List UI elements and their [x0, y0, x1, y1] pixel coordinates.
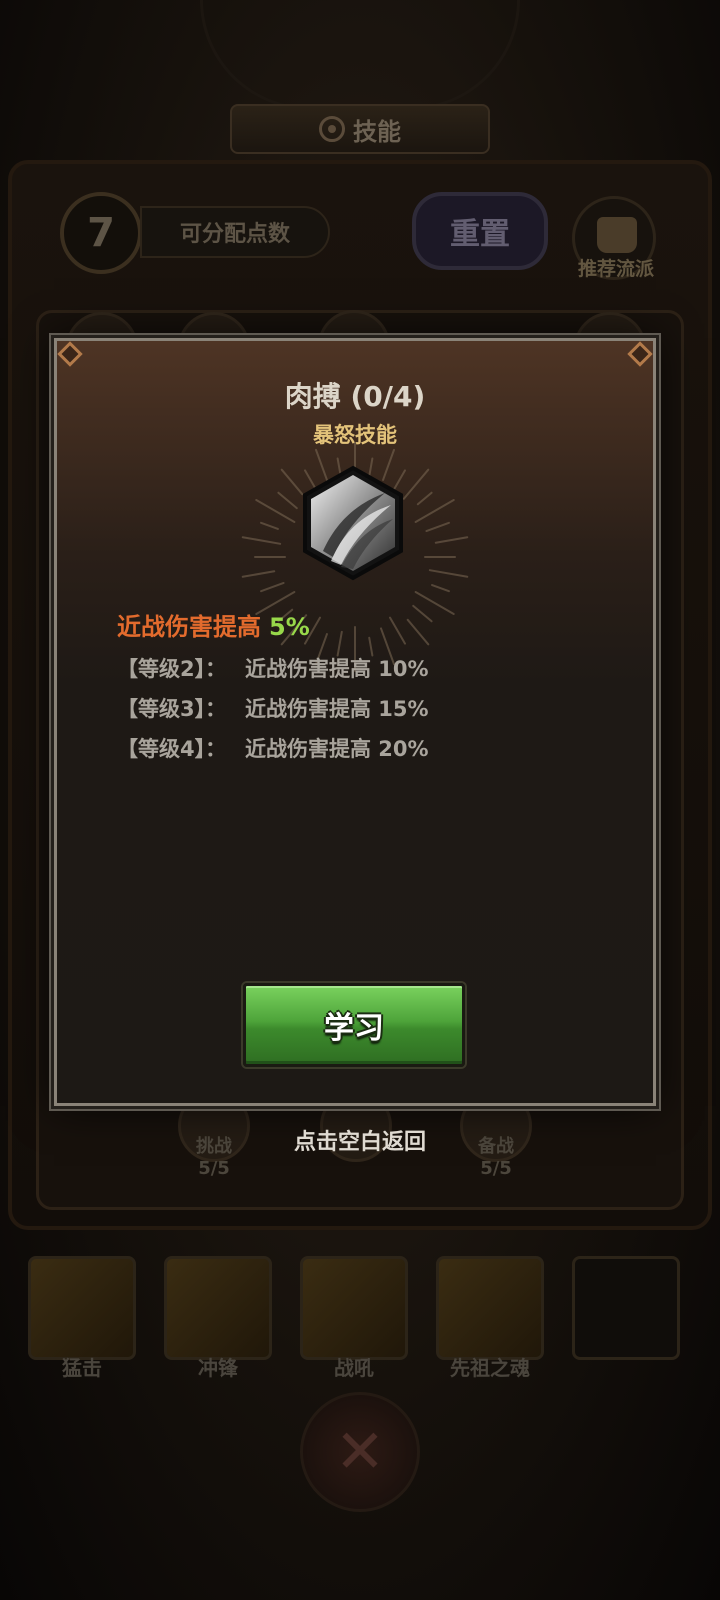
- skill-slot-ancestor[interactable]: [436, 1256, 544, 1360]
- crossed-swords-emblem[interactable]: [300, 1392, 420, 1512]
- level-effect: 近战伤害提高 10%: [245, 657, 429, 681]
- tap-blank-to-return-hint: 点击空白返回: [293, 1130, 426, 1155]
- current-effect-text: 近战伤害提高: [117, 613, 261, 641]
- ray-line: [389, 616, 406, 645]
- ray-line: [255, 499, 296, 523]
- ray-line: [406, 618, 430, 646]
- level-label: 【等级3】：: [117, 697, 227, 721]
- ray-line: [402, 468, 430, 500]
- ray-line: [260, 581, 285, 593]
- ray-line: [434, 536, 469, 544]
- node-count: 5/5: [198, 1158, 230, 1179]
- reset-button[interactable]: 重置: [412, 192, 548, 270]
- ray-line: [428, 569, 469, 578]
- claw-slash-icon: [303, 465, 403, 581]
- level-effect: 近战伤害提高 15%: [245, 697, 429, 721]
- skill-slot-charge[interactable]: [164, 1256, 272, 1360]
- ray-line: [280, 468, 304, 496]
- skill-name: 猛击: [62, 1356, 102, 1380]
- level-label: 【等级2】：: [117, 657, 227, 681]
- ray-line: [336, 630, 343, 657]
- level-label: 【等级4】：: [117, 737, 227, 761]
- film-reel-icon: [319, 116, 345, 142]
- learn-button[interactable]: 学习: [243, 983, 465, 1067]
- available-points-label: 可分配点数: [140, 206, 330, 258]
- skill-name: 先祖之魂: [450, 1356, 530, 1380]
- skill-name: 战吼: [334, 1356, 374, 1380]
- ray-line: [414, 499, 455, 523]
- ray-line: [425, 521, 450, 533]
- level-row: 【等级2】： 近战伤害提高 10%: [117, 653, 429, 693]
- level-effect: 近战伤害提高 20%: [245, 737, 429, 761]
- current-effect: 近战伤害提高 5%: [117, 607, 310, 642]
- ray-line: [241, 570, 276, 578]
- corner-ornament: [57, 341, 83, 367]
- ray-line: [414, 591, 455, 615]
- recommend-build-label: 推荐流派: [577, 258, 654, 280]
- ray-line: [416, 491, 433, 506]
- ray-line: [260, 521, 279, 530]
- skill-slot-slash[interactable]: [28, 1256, 136, 1360]
- thumbs-up-icon: [597, 217, 637, 253]
- skill-name: 冲锋: [198, 1356, 238, 1380]
- available-points: 7: [60, 192, 142, 274]
- header-title-bar: 技能: [230, 104, 490, 154]
- node-count: 5/5: [480, 1158, 512, 1179]
- skill-slot-empty[interactable]: [572, 1256, 680, 1360]
- level-row: 【等级4】： 近战伤害提高 20%: [117, 733, 429, 773]
- level-row: 【等级3】： 近战伤害提高 15%: [117, 693, 429, 733]
- page-title: 技能: [353, 117, 401, 146]
- skill-bar: 猛击 冲锋 战吼 先祖之魂: [28, 1256, 692, 1386]
- level-list: 【等级2】： 近战伤害提高 10% 【等级3】： 近战伤害提高 15% 【等级4…: [117, 653, 429, 773]
- skill-title: 肉搏 (0/4): [284, 380, 426, 413]
- corner-ornament: [627, 341, 653, 367]
- ray-line: [277, 491, 298, 510]
- current-effect-value: 5%: [269, 613, 310, 641]
- skill-slot-roar[interactable]: [300, 1256, 408, 1360]
- skill-detail-dialog: 肉搏 (0/4) 暴怒技能 近战伤害提高 5% 【等级2】： 近战伤害提高 10%…: [54, 338, 656, 1106]
- ray-line: [431, 584, 450, 593]
- ray-line: [412, 604, 433, 623]
- ray-line: [241, 536, 282, 545]
